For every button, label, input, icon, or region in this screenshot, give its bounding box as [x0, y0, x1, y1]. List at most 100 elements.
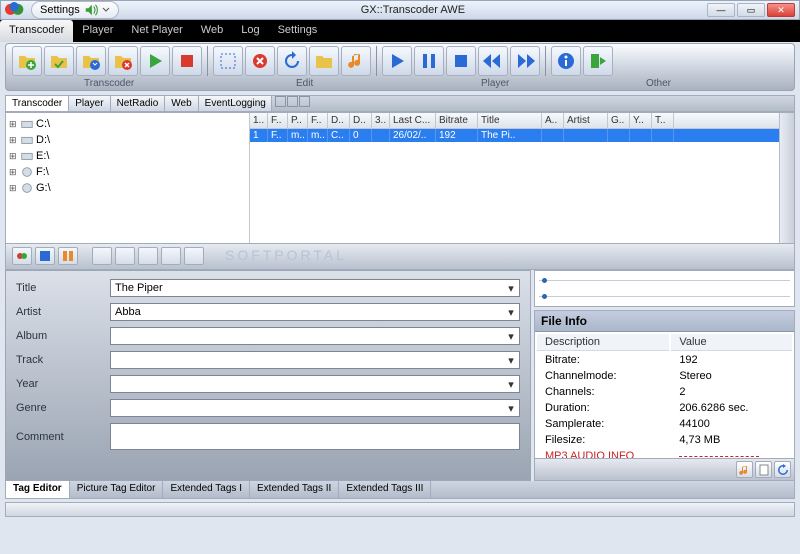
scrollbar-vertical[interactable] [779, 113, 794, 243]
list-col[interactable]: Bitrate [436, 113, 478, 128]
remove-folder-button[interactable] [108, 46, 138, 76]
list-col[interactable]: Title [478, 113, 542, 128]
menu-player[interactable]: Player [73, 20, 122, 42]
menu-transcoder[interactable]: Transcoder [0, 20, 73, 42]
file-list[interactable]: 1..F..P..F..D..D..3..Last C...BitrateTit… [250, 113, 779, 243]
close-button[interactable]: ✕ [767, 3, 795, 17]
fi-key: Bitrate: [537, 353, 669, 367]
info-button[interactable] [551, 46, 581, 76]
waveform-panel[interactable] [534, 270, 795, 307]
menubar: Transcoder Player Net Player Web Log Set… [0, 20, 800, 42]
corner-music-icon[interactable] [736, 461, 753, 478]
exit-button[interactable] [583, 46, 613, 76]
corner-page-icon[interactable] [755, 461, 772, 478]
subtab-eventlogging[interactable]: EventLogging [198, 95, 273, 112]
list-col[interactable]: D.. [328, 113, 350, 128]
input-comment[interactable] [110, 423, 520, 450]
input-album[interactable]: ▾ [110, 327, 520, 345]
player-next-button[interactable] [510, 46, 540, 76]
tb2-btn-7[interactable] [161, 247, 181, 265]
list-row-selected[interactable]: 1F..m..m..C..026/02/..192The Pi.. [250, 129, 779, 142]
titlebar: Settings GX::Transcoder AWE — ▭ ✕ [0, 0, 800, 20]
tb2-btn-4[interactable] [92, 247, 112, 265]
input-track[interactable]: ▾ [110, 351, 520, 369]
list-col[interactable]: F.. [268, 113, 288, 128]
list-col[interactable]: T.. [652, 113, 674, 128]
menu-settings[interactable]: Settings [269, 20, 327, 42]
settings-button[interactable]: Settings [31, 1, 119, 19]
tab-picturetageditor[interactable]: Picture Tag Editor [70, 481, 164, 498]
list-col[interactable]: D.. [350, 113, 372, 128]
player-prev-button[interactable] [478, 46, 508, 76]
dropdown-icon: ▾ [503, 304, 519, 320]
input-genre[interactable]: ▾ [110, 399, 520, 417]
input-artist[interactable]: Abba▾ [110, 303, 520, 321]
refresh-folder-button[interactable] [76, 46, 106, 76]
tab-extendedtags1[interactable]: Extended Tags I [163, 481, 250, 498]
menu-netplayer[interactable]: Net Player [122, 20, 191, 42]
drive-icon [20, 133, 34, 147]
list-col[interactable]: Y.. [630, 113, 652, 128]
tb2-btn-1[interactable] [12, 247, 32, 265]
tb2-btn-2[interactable] [35, 247, 55, 265]
music-button[interactable] [341, 46, 371, 76]
main-toolbar: Transcoder Edit Player Other [5, 43, 795, 91]
maximize-button[interactable]: ▭ [737, 3, 765, 17]
label-track: Track [16, 354, 110, 366]
col-desc: Description [537, 334, 669, 351]
drive-tree[interactable]: ⊞C:\ ⊞D:\ ⊞E:\ ⊞F:\ ⊞G:\ [6, 113, 250, 243]
expand-icon[interactable]: ⊞ [9, 167, 18, 178]
menu-log[interactable]: Log [232, 20, 268, 42]
tb2-btn-8[interactable] [184, 247, 204, 265]
subtab-web[interactable]: Web [164, 95, 198, 112]
list-col[interactable]: G.. [608, 113, 630, 128]
toolbar-group-other: Other [646, 78, 671, 89]
expand-icon[interactable]: ⊞ [9, 135, 18, 146]
player-play-button[interactable] [382, 46, 412, 76]
panel-btn-close[interactable] [299, 96, 310, 107]
list-col[interactable]: P.. [288, 113, 308, 128]
fi-key: Filesize: [537, 433, 669, 447]
window-controls: — ▭ ✕ [707, 3, 795, 17]
tb2-btn-6[interactable] [138, 247, 158, 265]
player-pause-button[interactable] [414, 46, 444, 76]
tab-tageditor[interactable]: Tag Editor [6, 481, 70, 498]
subtab-netradio[interactable]: NetRadio [110, 95, 166, 112]
list-col[interactable]: Artist [564, 113, 608, 128]
expand-icon[interactable]: ⊞ [9, 119, 18, 130]
add-file-button[interactable] [12, 46, 42, 76]
add-folder-button[interactable] [44, 46, 74, 76]
list-cell [630, 129, 652, 142]
list-col[interactable]: A.. [542, 113, 564, 128]
list-col[interactable]: 3.. [372, 113, 390, 128]
panel-btn-2[interactable] [287, 96, 298, 107]
list-col[interactable]: F.. [308, 113, 328, 128]
player-stop-button[interactable] [446, 46, 476, 76]
right-column: File Info DescriptionValue Bitrate:192Ch… [534, 270, 795, 481]
panel-btn-1[interactable] [275, 96, 286, 107]
list-col[interactable]: 1.. [250, 113, 268, 128]
tb2-btn-5[interactable] [115, 247, 135, 265]
open-button[interactable] [309, 46, 339, 76]
input-year[interactable]: ▾ [110, 375, 520, 393]
settings-label: Settings [40, 4, 80, 16]
delete-button[interactable] [245, 46, 275, 76]
subtab-filler [271, 95, 795, 112]
list-col[interactable]: Last C... [390, 113, 436, 128]
select-button[interactable] [213, 46, 243, 76]
expand-icon[interactable]: ⊞ [9, 183, 18, 194]
stop-button[interactable] [172, 46, 202, 76]
tab-extendedtags3[interactable]: Extended Tags III [339, 481, 431, 498]
expand-icon[interactable]: ⊞ [9, 151, 18, 162]
menu-web[interactable]: Web [192, 20, 232, 42]
tab-extendedtags2[interactable]: Extended Tags II [250, 481, 339, 498]
corner-refresh-icon[interactable] [774, 461, 791, 478]
subtab-player[interactable]: Player [68, 95, 110, 112]
start-button[interactable] [140, 46, 170, 76]
fi-key: Channels: [537, 385, 669, 399]
input-title[interactable]: The Piper▾ [110, 279, 520, 297]
tb2-btn-3[interactable] [58, 247, 78, 265]
subtab-transcoder[interactable]: Transcoder [5, 95, 69, 112]
reload-button[interactable] [277, 46, 307, 76]
minimize-button[interactable]: — [707, 3, 735, 17]
